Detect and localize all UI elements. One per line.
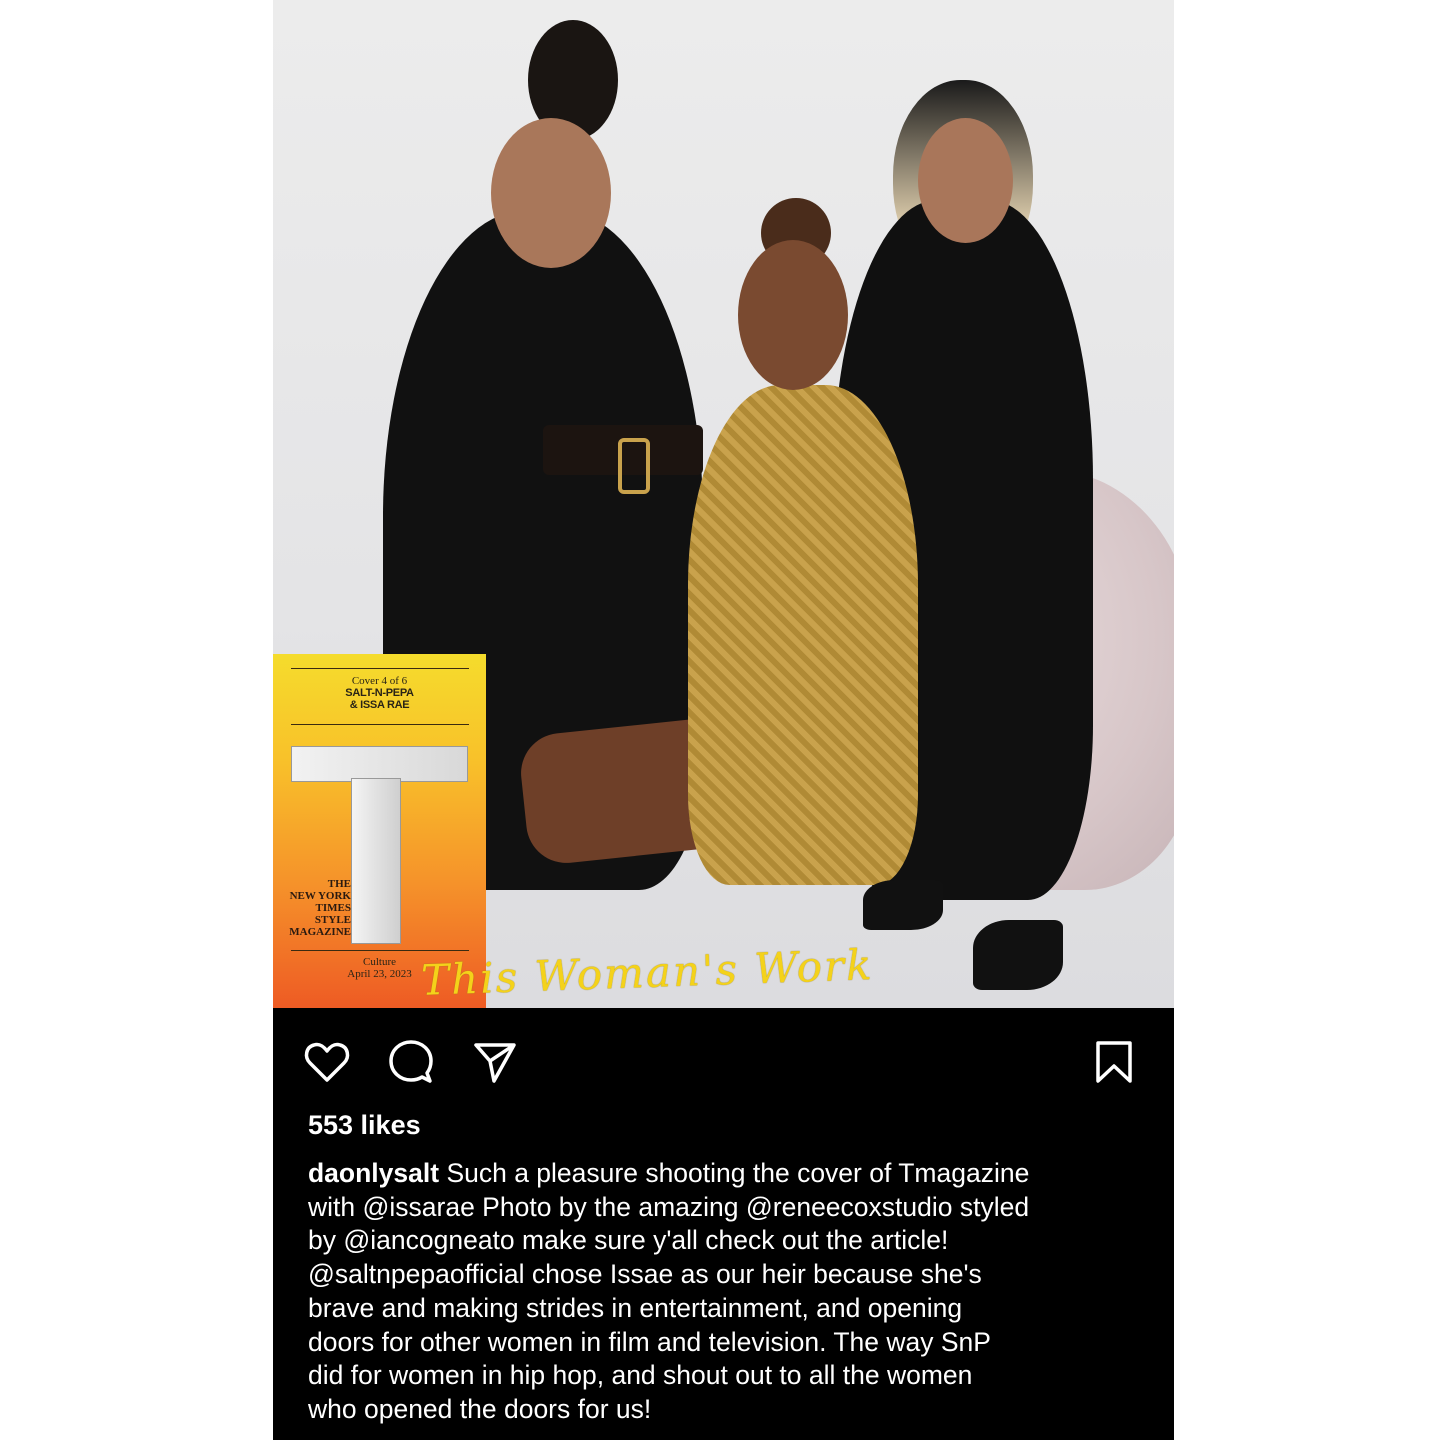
- paper-plane-icon: [474, 1043, 516, 1083]
- heart-icon: [304, 1042, 350, 1082]
- masthead-line: TIMES: [315, 902, 351, 914]
- belt-buckle: [618, 438, 650, 494]
- caption-text: Such a pleasure shooting the cover of Tm…: [439, 1158, 1030, 1188]
- post-caption: daonlysalt Such a pleasure shooting the …: [308, 1157, 1148, 1427]
- post-photo[interactable]: Cover 4 of 6 SALT-N-PEPA & ISSA RAE THE …: [273, 0, 1174, 1008]
- person-right-face: [918, 118, 1013, 243]
- cover-divider: [291, 724, 469, 725]
- masthead-line: NEW YORK: [289, 890, 351, 902]
- cover-subject-2: & ISSA RAE: [349, 699, 410, 711]
- caption-line: who opened the doors for us!: [308, 1393, 652, 1424]
- comment-button[interactable]: [385, 1036, 437, 1088]
- t-logo-stem: [351, 778, 401, 944]
- person-left-face: [491, 118, 611, 268]
- masthead-line: MAGAZINE: [289, 926, 351, 938]
- share-button[interactable]: [469, 1036, 521, 1088]
- person-center-gold-dress: [688, 385, 918, 885]
- masthead-line: STYLE: [314, 914, 351, 926]
- cover-divider: [291, 668, 469, 669]
- shoe: [863, 880, 943, 930]
- username[interactable]: daonlysalt: [308, 1158, 439, 1188]
- masthead-line: THE: [327, 878, 351, 890]
- cover-subject-1: SALT-N-PEPA: [345, 687, 414, 699]
- cover-divider: [291, 950, 469, 951]
- caption-line: by @iancogneato make sure y'all check ou…: [308, 1225, 949, 1256]
- comment-icon: [389, 1040, 433, 1083]
- cover-number: Cover 4 of 6: [351, 675, 408, 687]
- caption-line: did for women in hip hop, and shout out …: [308, 1360, 973, 1391]
- shoe: [973, 920, 1063, 990]
- like-button[interactable]: [301, 1036, 353, 1088]
- t-logo-crossbar: [291, 746, 468, 782]
- save-button[interactable]: [1088, 1036, 1140, 1088]
- cover-headline: This Woman's Work: [420, 940, 875, 1005]
- instagram-post: Cover 4 of 6 SALT-N-PEPA & ISSA RAE THE …: [273, 0, 1174, 1440]
- caption-line: doors for other women in film and televi…: [308, 1326, 991, 1357]
- caption-line: brave and making strides in entertainmen…: [308, 1292, 963, 1323]
- caption-line: with @issarae Photo by the amazing @rene…: [308, 1191, 1030, 1222]
- cover-masthead: THE NEW YORK TIMES STYLE MAGAZINE: [273, 878, 351, 938]
- cover-issue-info: Cover 4 of 6 SALT-N-PEPA & ISSA RAE: [273, 675, 486, 711]
- like-count[interactable]: 553 likes: [308, 1110, 421, 1141]
- person-center-face: [738, 240, 848, 390]
- caption-line: daonlysalt Such a pleasure shooting the …: [308, 1157, 1148, 1191]
- bookmark-icon: [1096, 1041, 1132, 1083]
- caption-line: @saltnpepaofficial chose Issae as our he…: [308, 1259, 982, 1290]
